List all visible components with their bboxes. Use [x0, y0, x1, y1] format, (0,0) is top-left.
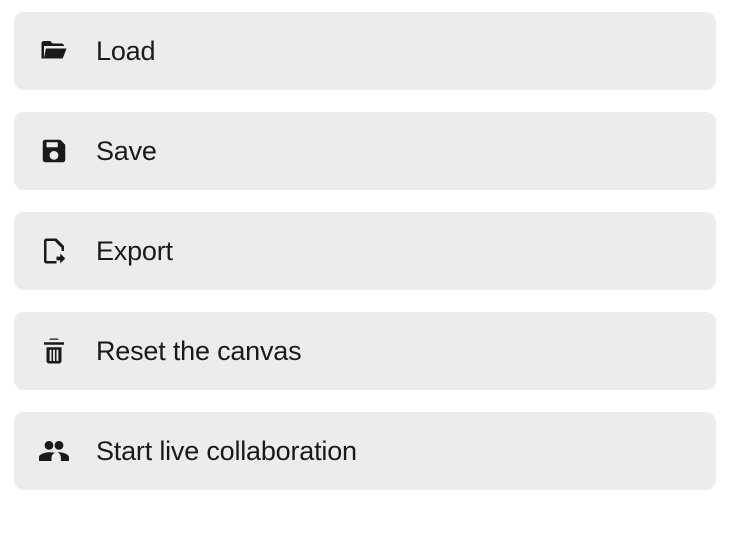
menu-item-export[interactable]: Export: [14, 212, 716, 290]
menu-item-save[interactable]: Save: [14, 112, 716, 190]
menu-item-label: Export: [96, 236, 173, 267]
menu-item-label: Save: [96, 136, 157, 167]
menu-list: Load Save Export Reset the canvas Start …: [14, 12, 716, 490]
folder-open-icon: [36, 33, 72, 69]
menu-item-reset-canvas[interactable]: Reset the canvas: [14, 312, 716, 390]
export-icon: [36, 233, 72, 269]
save-icon: [36, 133, 72, 169]
menu-item-load[interactable]: Load: [14, 12, 716, 90]
menu-item-live-collaboration[interactable]: Start live collaboration: [14, 412, 716, 490]
trash-icon: [36, 333, 72, 369]
menu-item-label: Load: [96, 36, 155, 67]
menu-item-label: Start live collaboration: [96, 436, 357, 467]
menu-item-label: Reset the canvas: [96, 336, 301, 367]
users-icon: [36, 433, 72, 469]
